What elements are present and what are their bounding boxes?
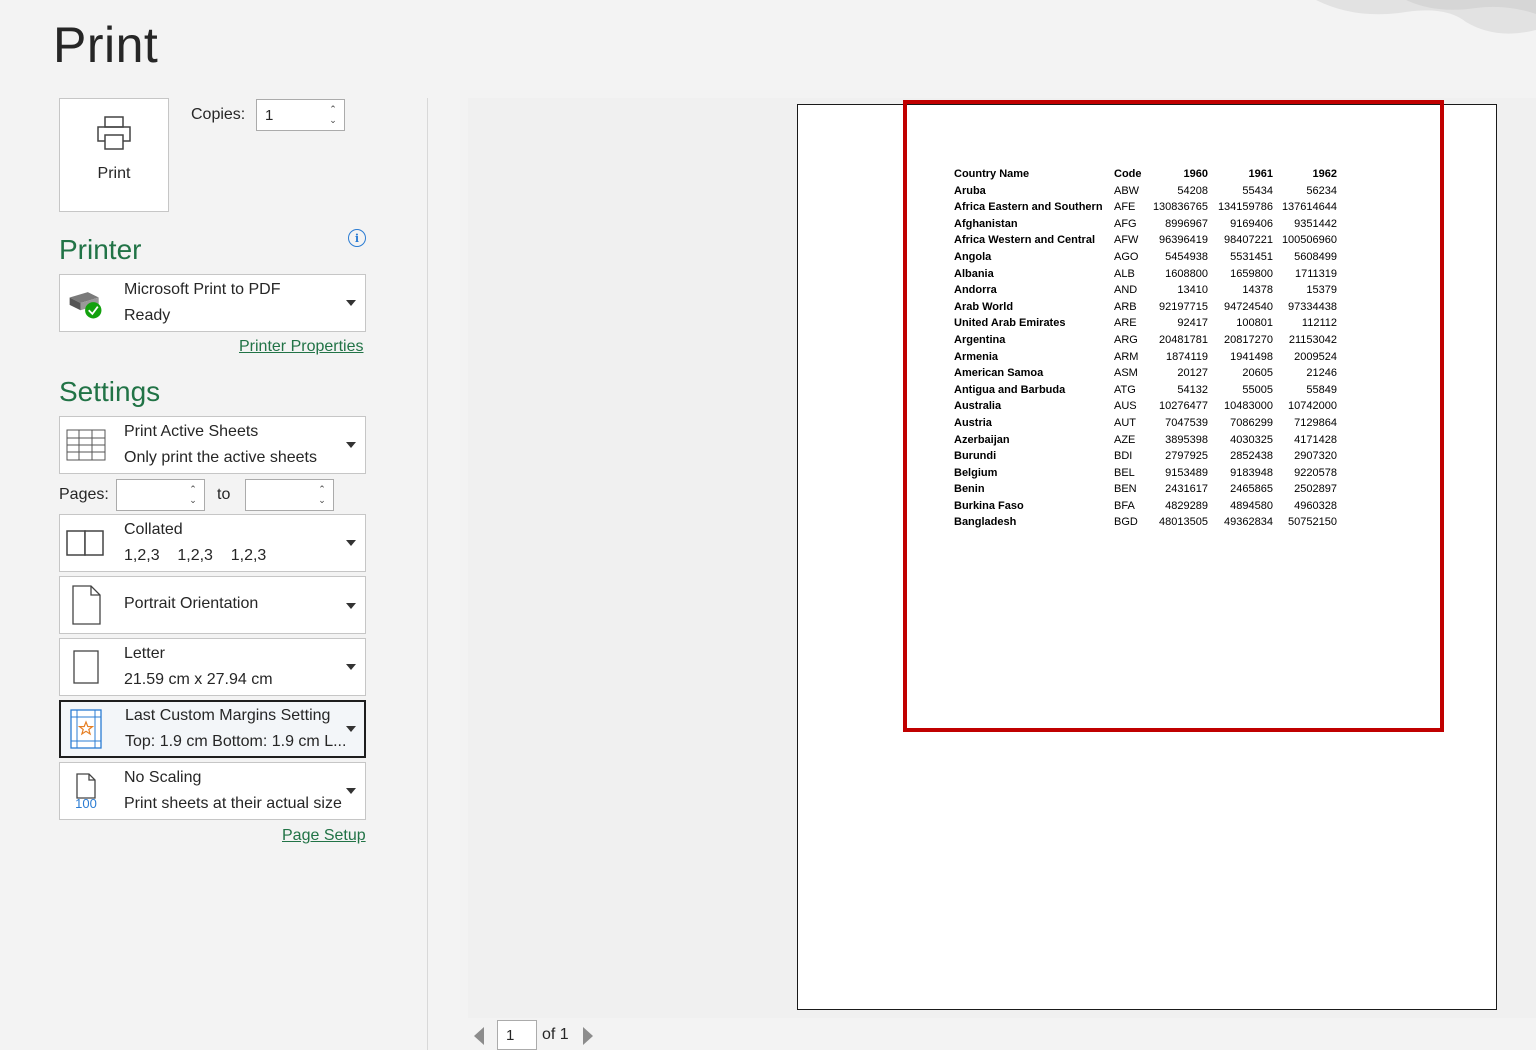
pages-to-label: to: [217, 486, 231, 503]
scaling-subtitle: Print sheets at their actual size: [124, 795, 342, 812]
chevron-down-icon: [346, 540, 356, 546]
down-arrow-icon[interactable]: ⌄: [329, 115, 337, 126]
print-button-label: Print: [97, 165, 131, 182]
down-arrow-icon[interactable]: ⌄: [318, 495, 326, 506]
sheet-grid-icon: [66, 425, 106, 465]
page-count-label: of 1: [542, 1026, 569, 1043]
print-what-dropdown[interactable]: Print Active Sheets Only print the activ…: [59, 416, 366, 474]
printer-properties-link[interactable]: Printer Properties: [239, 338, 364, 356]
printer-ready-icon: [66, 283, 106, 323]
chevron-down-icon: [346, 788, 356, 794]
panel-divider: [427, 98, 428, 1050]
margins-dropdown[interactable]: Last Custom Margins Setting Top: 1.9 cm …: [59, 700, 366, 758]
page-title: Print: [53, 17, 159, 73]
orientation-dropdown[interactable]: Portrait Orientation: [59, 576, 366, 634]
print-what-title: Print Active Sheets: [124, 423, 259, 440]
chevron-down-icon: [346, 603, 356, 609]
copies-input[interactable]: 1: [257, 107, 322, 124]
paper-size-dropdown[interactable]: Letter 21.59 cm x 27.94 cm: [59, 638, 366, 696]
previous-page-button[interactable]: [474, 1027, 484, 1045]
up-arrow-icon[interactable]: ⌃: [329, 104, 337, 115]
collation-title: Collated: [124, 521, 183, 538]
spinner-arrows[interactable]: ⌃ ⌄: [322, 100, 344, 130]
down-arrow-icon[interactable]: ⌄: [189, 495, 197, 506]
printer-heading: Printer: [59, 234, 142, 265]
custom-margins-icon: [66, 709, 106, 749]
paper-size-subtitle: 21.59 cm x 27.94 cm: [124, 671, 273, 688]
portrait-page-icon: [66, 585, 106, 625]
chevron-down-icon: [346, 726, 356, 732]
spinner-arrows[interactable]: ⌃ ⌄: [182, 480, 204, 510]
scaling-dropdown[interactable]: 100 No Scaling Print sheets at their act…: [59, 762, 366, 820]
settings-heading: Settings: [59, 376, 161, 407]
background-decoration: [1316, 0, 1536, 34]
pages-to-spinner[interactable]: ⌃ ⌄: [245, 479, 334, 511]
chevron-down-icon: [346, 300, 356, 306]
printer-icon: [97, 116, 131, 150]
copies-label: Copies:: [191, 106, 246, 123]
pages-from-spinner[interactable]: ⌃ ⌄: [116, 479, 205, 511]
info-icon[interactable]: i: [348, 229, 366, 247]
up-arrow-icon[interactable]: ⌃: [318, 484, 326, 495]
collation-dropdown[interactable]: Collated 1,2,3 1,2,3 1,2,3: [59, 514, 366, 572]
pages-label: Pages:: [59, 486, 109, 503]
scaling-icon: 100: [66, 771, 106, 811]
current-page-input[interactable]: 1: [497, 1020, 537, 1050]
orientation-title: Portrait Orientation: [124, 595, 259, 612]
chevron-down-icon: [346, 442, 356, 448]
scaling-title: No Scaling: [124, 769, 202, 786]
margins-subtitle: Top: 1.9 cm Bottom: 1.9 cm L...: [125, 733, 347, 750]
paper-size-title: Letter: [124, 645, 165, 662]
highlight-frame: [903, 100, 1444, 732]
printer-dropdown[interactable]: Microsoft Print to PDF Ready: [59, 274, 366, 332]
collation-subtitle: 1,2,3 1,2,3 1,2,3: [124, 547, 267, 564]
printer-status: Ready: [124, 307, 171, 324]
print-what-subtitle: Only print the active sheets: [124, 449, 317, 466]
page-setup-link[interactable]: Page Setup: [282, 827, 366, 845]
collated-icon: [66, 523, 106, 563]
up-arrow-icon[interactable]: ⌃: [189, 484, 197, 495]
print-button[interactable]: Print: [59, 98, 169, 212]
chevron-down-icon: [346, 664, 356, 670]
margins-title: Last Custom Margins Setting: [125, 707, 331, 724]
copies-spinner[interactable]: 1 ⌃ ⌄: [256, 99, 345, 131]
printer-name: Microsoft Print to PDF: [124, 281, 281, 298]
next-page-button[interactable]: [583, 1027, 593, 1045]
spinner-arrows[interactable]: ⌃ ⌄: [311, 480, 333, 510]
paper-size-icon: [66, 647, 106, 687]
scaling-icon-label: 100: [75, 795, 97, 811]
